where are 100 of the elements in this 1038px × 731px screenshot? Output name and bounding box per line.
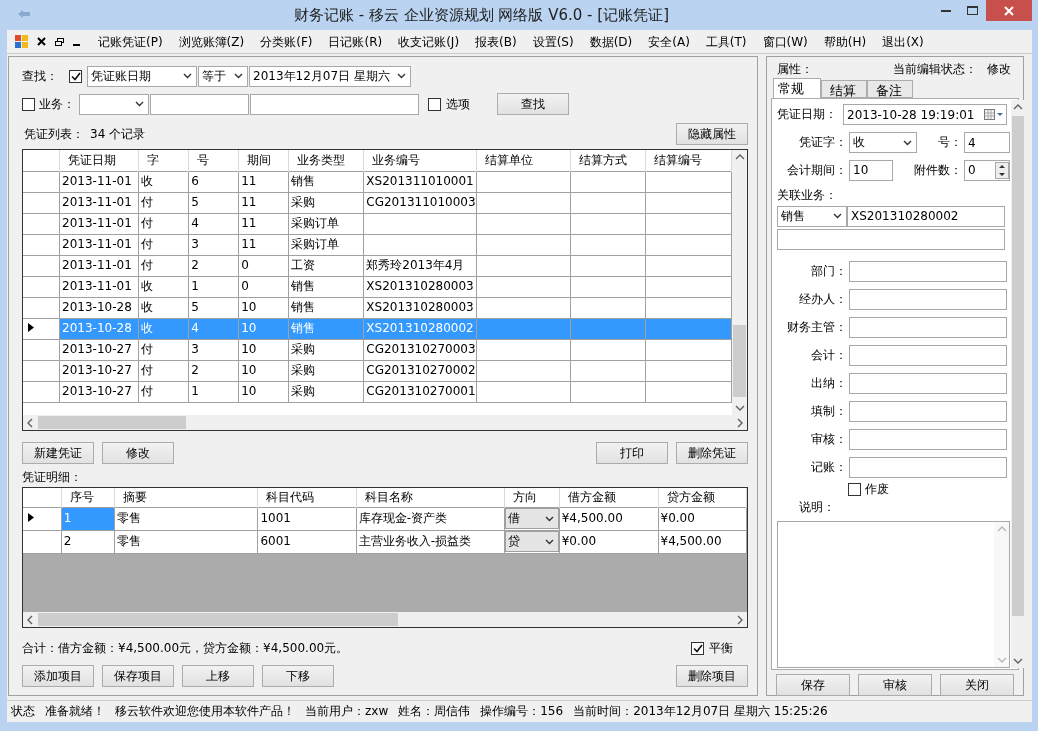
dropdown[interactable]: 销售: [777, 205, 847, 227]
form-button[interactable]: 关闭: [940, 674, 1014, 696]
table-row[interactable]: 2013-11-01 付 3 11 采购订单: [23, 234, 732, 255]
toolbar-button[interactable]: 删除凭证: [676, 442, 748, 464]
menu-item[interactable]: 帮助(H): [815, 30, 875, 53]
input-field[interactable]: [150, 93, 249, 115]
column-header[interactable]: 凭证日期: [59, 150, 139, 171]
column-header[interactable]: 结算单位: [476, 150, 571, 171]
options-label: 选项: [445, 95, 471, 113]
checkbox[interactable]: [691, 641, 704, 655]
checkbox[interactable]: [428, 97, 441, 111]
description-field[interactable]: [777, 521, 1010, 668]
direction-dropdown[interactable]: 借: [505, 508, 559, 529]
column-header[interactable]: 字: [138, 150, 189, 171]
menu-item[interactable]: 浏览账簿(Z): [170, 30, 253, 53]
column-header[interactable]: 期间: [238, 150, 289, 171]
input-field[interactable]: [777, 228, 1005, 250]
number-spinner[interactable]: 0: [964, 160, 1010, 181]
table-row[interactable]: 2013-10-27 付 2 10 采购 CG201310270002: [23, 360, 732, 381]
hide-properties-button[interactable]: 隐藏属性: [676, 123, 748, 145]
checkbox[interactable]: [69, 69, 82, 83]
menu-item[interactable]: 分类账(F): [252, 30, 321, 53]
column-header[interactable]: 业务类型: [288, 150, 364, 171]
input-field[interactable]: [849, 372, 1007, 394]
toolbar-button[interactable]: 下移: [262, 665, 334, 687]
input-field[interactable]: [849, 428, 1007, 450]
close-button[interactable]: [986, 0, 1032, 21]
menu-item[interactable]: 数据(D): [581, 30, 641, 53]
checkbox[interactable]: [848, 482, 861, 496]
menu-item[interactable]: 退出(X): [874, 30, 932, 53]
vertical-scrollbar[interactable]: [732, 150, 747, 415]
column-header[interactable]: 号: [188, 150, 239, 171]
toolbar-button[interactable]: 保存项目: [102, 665, 174, 687]
column-header[interactable]: 结算编号: [645, 150, 732, 171]
column-header[interactable]: 科目代码: [257, 488, 357, 507]
toolbar-button[interactable]: 删除项目: [676, 665, 748, 687]
input-field[interactable]: 4: [964, 132, 1010, 154]
table-row[interactable]: 2013-10-27 付 3 10 采购 CG201310270003: [23, 339, 732, 360]
input-field[interactable]: XS201310280002: [847, 205, 1005, 227]
vertical-scrollbar[interactable]: [1011, 100, 1025, 668]
input-field[interactable]: 10: [849, 160, 893, 181]
horizontal-scrollbar[interactable]: [23, 612, 747, 627]
menu-item[interactable]: 收支记账(J): [390, 30, 468, 53]
table-row[interactable]: 2013-11-01 收 6 11 销售 XS201311010001: [23, 171, 732, 192]
toolbar-button[interactable]: 修改: [102, 442, 174, 464]
column-header[interactable]: 序号: [61, 488, 115, 507]
table-row[interactable]: 2013-11-01 付 4 11 采购订单: [23, 213, 732, 234]
table-row[interactable]: 2013-10-27 付 1 10 采购 CG201310270001: [23, 381, 732, 402]
menu-item[interactable]: 设置(S): [524, 30, 582, 53]
minimize-icon[interactable]: [73, 43, 80, 46]
input-field[interactable]: [849, 456, 1007, 478]
input-field[interactable]: [849, 344, 1007, 366]
tab[interactable]: 结算: [821, 80, 867, 98]
direction-dropdown[interactable]: 贷: [505, 531, 559, 552]
column-header[interactable]: 方向: [504, 488, 560, 507]
input-field[interactable]: [250, 93, 419, 115]
dropdown[interactable]: [79, 93, 149, 115]
form-button[interactable]: 保存: [776, 674, 850, 696]
toolbar-button[interactable]: 添加项目: [22, 665, 94, 687]
dropdown[interactable]: 等于: [198, 65, 248, 87]
column-header[interactable]: 业务编号: [363, 150, 477, 171]
menu-item[interactable]: 窗口(W): [754, 30, 816, 53]
input-field[interactable]: [849, 260, 1007, 282]
input-field[interactable]: [849, 400, 1007, 422]
input-field[interactable]: [849, 288, 1007, 310]
table-row[interactable]: 2013-10-28 收 5 10 销售 XS201310280003: [23, 297, 732, 318]
date-picker[interactable]: 2013-10-28 19:19:01: [843, 104, 1007, 126]
input-field[interactable]: [849, 316, 1007, 338]
restore-icon[interactable]: [55, 37, 64, 46]
table-row[interactable]: 2013-11-01 付 5 11 采购 CG201311010003: [23, 192, 732, 213]
column-header[interactable]: 贷方金额: [658, 488, 747, 507]
form-button[interactable]: 审核: [858, 674, 932, 696]
table-row[interactable]: 2013-11-01 收 1 0 销售 XS201310280003: [23, 276, 732, 297]
toolbar-button[interactable]: 上移: [182, 665, 254, 687]
toolbar-button[interactable]: 打印: [596, 442, 668, 464]
tab[interactable]: 备注: [867, 80, 913, 98]
scrollbar-thumb[interactable]: [733, 325, 746, 397]
dropdown[interactable]: 凭证账日期: [87, 65, 197, 87]
menu-item[interactable]: 工具(T): [697, 30, 755, 53]
table-row[interactable]: 1 零售 1001 库存现金-资产类 借 ¥4,500.00 ¥0.00: [23, 507, 747, 530]
tab[interactable]: 常规: [773, 78, 821, 98]
column-header[interactable]: 借方金额: [559, 488, 658, 507]
scrollbar-thumb[interactable]: [1012, 116, 1024, 616]
column-header[interactable]: 摘要: [114, 488, 258, 507]
column-header[interactable]: 科目名称: [356, 488, 505, 507]
status-text: 当前时间：2013年12月07日 星期六 15:25:26: [573, 703, 828, 720]
toolbar-button[interactable]: 新建凭证: [22, 442, 94, 464]
menu-item[interactable]: 记账凭证(P): [90, 30, 171, 53]
dropdown[interactable]: 2013年12月07日 星期六: [249, 65, 411, 87]
horizontal-scrollbar[interactable]: [23, 415, 747, 430]
search-button[interactable]: 查找: [497, 93, 569, 115]
table-row[interactable]: 2 零售 6001 主营业务收入-损益类 贷 ¥0.00 ¥4,500.00: [23, 530, 747, 553]
menu-item[interactable]: 安全(A): [640, 30, 698, 53]
close-icon[interactable]: [37, 37, 46, 46]
column-header[interactable]: 结算方式: [570, 150, 646, 171]
menu-item[interactable]: 日记账(R): [320, 30, 391, 53]
checkbox[interactable]: [22, 97, 35, 111]
dropdown[interactable]: 收: [849, 132, 917, 154]
menu-item[interactable]: 报表(B): [467, 30, 525, 53]
table-row[interactable]: 2013-11-01 付 2 0 工资 郑秀玲2013年4月: [23, 255, 732, 276]
